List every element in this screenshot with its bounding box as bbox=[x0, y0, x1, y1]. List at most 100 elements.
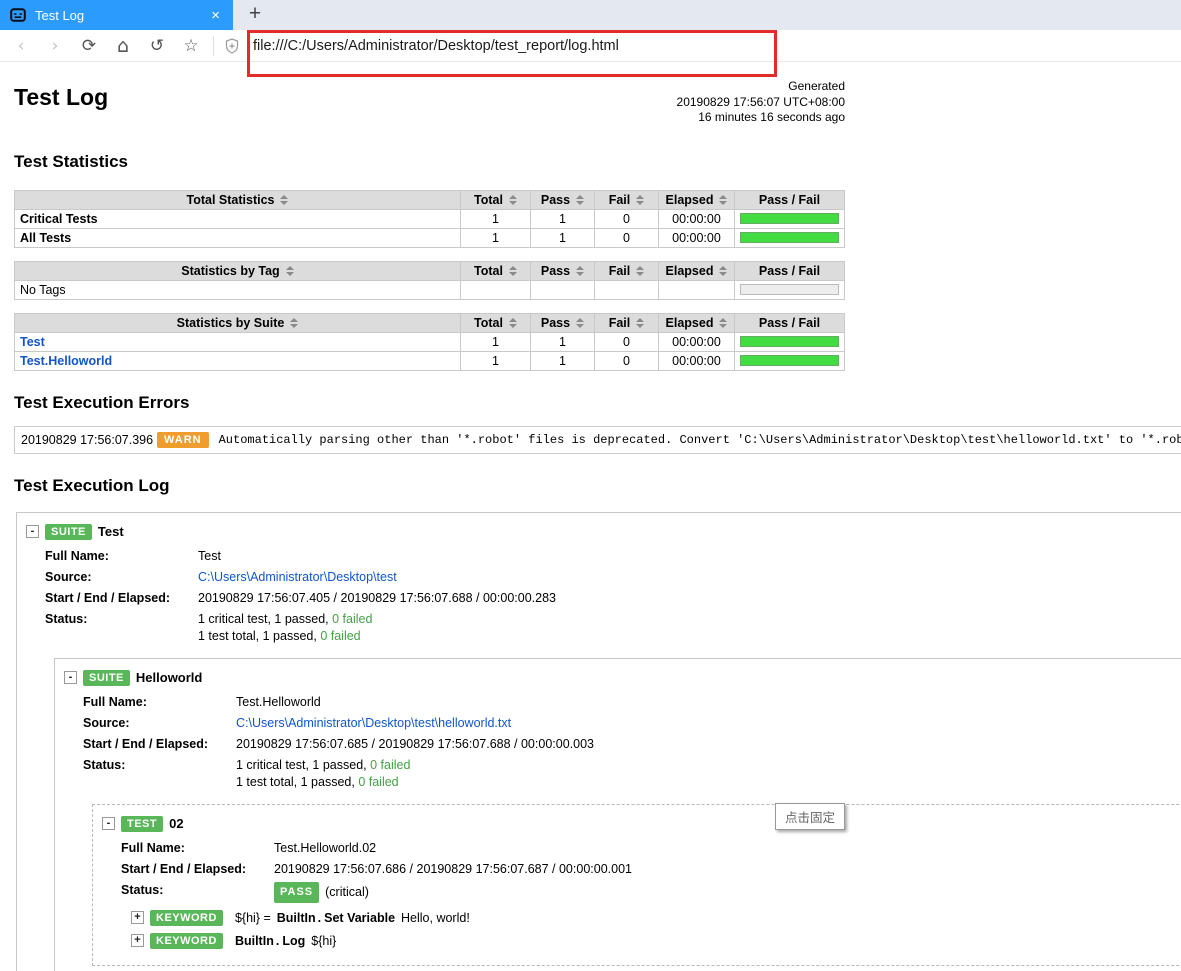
tab-close-icon[interactable]: × bbox=[208, 7, 223, 24]
stat-pass: 1 bbox=[531, 351, 595, 370]
collapse-toggle[interactable]: - bbox=[102, 817, 115, 830]
pass-bar bbox=[740, 232, 839, 243]
column-header-statistics-by-suite[interactable]: Statistics by Suite bbox=[15, 313, 461, 332]
column-header-pass-fail[interactable]: Pass / Fail bbox=[735, 190, 845, 209]
table-row: Test.Helloworld 1 1 0 00:00:00 bbox=[15, 351, 845, 370]
sort-icon bbox=[280, 195, 288, 205]
suite-name-cell: Test.Helloworld bbox=[15, 351, 461, 370]
sort-icon bbox=[576, 195, 584, 205]
suite-source-link[interactable]: C:\Users\Administrator\Desktop\test bbox=[198, 569, 397, 586]
meta-label-source: Source: bbox=[83, 715, 236, 732]
stat-pass bbox=[531, 280, 595, 299]
column-header-statistics-by-tag[interactable]: Statistics by Tag bbox=[15, 261, 461, 280]
sort-icon bbox=[636, 266, 644, 276]
stat-total: 1 bbox=[461, 351, 531, 370]
column-header-pass[interactable]: Pass bbox=[531, 190, 595, 209]
undo-icon[interactable]: ↺ bbox=[140, 36, 174, 56]
favorites-star-icon[interactable]: ☆ bbox=[174, 36, 208, 56]
test-name: 02 bbox=[169, 816, 183, 831]
suite-badge: SUITE bbox=[83, 670, 130, 686]
expand-toggle[interactable]: + bbox=[131, 934, 144, 947]
tab-bar: Test Log × + bbox=[0, 0, 1181, 30]
forward-icon[interactable]: › bbox=[38, 36, 72, 56]
sort-icon bbox=[719, 195, 727, 205]
column-header-elapsed[interactable]: Elapsed bbox=[659, 313, 735, 332]
pass-fail-graph bbox=[735, 228, 845, 247]
suite-link-test-helloworld[interactable]: Test.Helloworld bbox=[20, 354, 112, 368]
stat-elapsed: 00:00:00 bbox=[659, 332, 735, 351]
stat-elapsed: 00:00:00 bbox=[659, 228, 735, 247]
test-element-02: - TEST 02 Full Name: Test.Helloworld.02 … bbox=[92, 804, 1181, 966]
stat-fail: 0 bbox=[595, 351, 659, 370]
statistics-by-tag-table: Statistics by Tag Total Pass Fail Elapse… bbox=[14, 261, 845, 300]
new-tab-button[interactable]: + bbox=[233, 0, 277, 30]
stat-total: 1 bbox=[461, 332, 531, 351]
section-title-test-execution-errors: Test Execution Errors bbox=[14, 393, 1181, 413]
pass-bar bbox=[740, 355, 839, 366]
suite-status: 1 critical test, 1 passed, 0 failed 1 te… bbox=[236, 757, 410, 791]
column-header-pass-fail[interactable]: Pass / Fail bbox=[735, 261, 845, 280]
collapse-toggle[interactable]: - bbox=[64, 671, 77, 684]
column-header-fail[interactable]: Fail bbox=[595, 190, 659, 209]
site-safety-shield-icon[interactable] bbox=[225, 38, 239, 54]
suite-name-cell: Test bbox=[15, 332, 461, 351]
meta-label-full-name: Full Name: bbox=[83, 694, 236, 711]
zero-failed-text: 0 failed bbox=[370, 758, 410, 772]
table-row: All Tests 1 1 0 00:00:00 bbox=[15, 228, 845, 247]
collapse-toggle[interactable]: - bbox=[26, 525, 39, 538]
column-header-total[interactable]: Total bbox=[461, 190, 531, 209]
suite-name: Test bbox=[98, 524, 124, 539]
column-header-total[interactable]: Total bbox=[461, 313, 531, 332]
keyword-library: BuiltIn bbox=[277, 911, 316, 925]
generated-info: Generated 20190829 17:56:07 UTC+08:00 16… bbox=[677, 79, 845, 126]
suite-badge: SUITE bbox=[45, 524, 92, 540]
suite-name: Helloworld bbox=[136, 670, 202, 685]
sort-icon bbox=[719, 318, 727, 328]
test-full-name: Test.Helloworld.02 bbox=[274, 840, 376, 857]
column-header-fail[interactable]: Fail bbox=[595, 261, 659, 280]
column-header-pass[interactable]: Pass bbox=[531, 261, 595, 280]
stat-name: No Tags bbox=[15, 280, 461, 299]
column-header-elapsed[interactable]: Elapsed bbox=[659, 261, 735, 280]
keyword-args: ${hi} bbox=[311, 934, 336, 948]
column-header-elapsed[interactable]: Elapsed bbox=[659, 190, 735, 209]
pass-fail-graph bbox=[735, 351, 845, 370]
test-status: PASS (critical) bbox=[274, 882, 369, 903]
keyword-name: Log bbox=[282, 934, 305, 948]
pass-fail-graph bbox=[735, 332, 845, 351]
url-field[interactable]: file:///C:/Users/Administrator/Desktop/t… bbox=[253, 38, 619, 54]
tab-test-log[interactable]: Test Log × bbox=[0, 0, 233, 30]
column-header-fail[interactable]: Fail bbox=[595, 313, 659, 332]
suite-full-name: Test.Helloworld bbox=[236, 694, 321, 711]
sort-icon bbox=[509, 266, 517, 276]
stat-pass: 1 bbox=[531, 332, 595, 351]
pass-fail-graph bbox=[735, 280, 845, 299]
stat-pass: 1 bbox=[531, 228, 595, 247]
expand-toggle[interactable]: + bbox=[131, 911, 144, 924]
keyword-badge: KEYWORD bbox=[150, 933, 223, 949]
reload-icon[interactable]: ⟳ bbox=[72, 36, 106, 56]
column-header-total[interactable]: Total bbox=[461, 261, 531, 280]
pass-status-badge: PASS bbox=[274, 882, 319, 903]
zero-failed-text: 0 failed bbox=[320, 629, 360, 643]
column-header-pass-fail[interactable]: Pass / Fail bbox=[735, 313, 845, 332]
status-criticality: (critical) bbox=[325, 884, 369, 901]
empty-bar bbox=[740, 284, 839, 295]
stat-fail: 0 bbox=[595, 332, 659, 351]
suite-link-test[interactable]: Test bbox=[20, 335, 45, 349]
stat-fail bbox=[595, 280, 659, 299]
section-title-test-statistics: Test Statistics bbox=[14, 152, 1181, 172]
home-icon[interactable]: ⌂ bbox=[106, 35, 140, 57]
meta-label-status: Status: bbox=[83, 757, 236, 791]
column-header-total-statistics[interactable]: Total Statistics bbox=[15, 190, 461, 209]
suite-element-helloworld: - SUITE Helloworld Full Name: Test.Hello… bbox=[54, 658, 1181, 971]
test-badge: TEST bbox=[121, 816, 163, 832]
keyword-badge: KEYWORD bbox=[150, 910, 223, 926]
sort-icon bbox=[576, 266, 584, 276]
total-statistics-table: Total Statistics Total Pass Fail Elapsed… bbox=[14, 190, 845, 248]
back-icon[interactable]: ‹ bbox=[4, 36, 38, 56]
column-header-pass[interactable]: Pass bbox=[531, 313, 595, 332]
table-row: Test 1 1 0 00:00:00 bbox=[15, 332, 845, 351]
browser-chrome: Test Log × + ‹ › ⟳ ⌂ ↺ ☆ file:///C:/User… bbox=[0, 0, 1181, 62]
suite-source-link[interactable]: C:\Users\Administrator\Desktop\test\hell… bbox=[236, 715, 511, 732]
